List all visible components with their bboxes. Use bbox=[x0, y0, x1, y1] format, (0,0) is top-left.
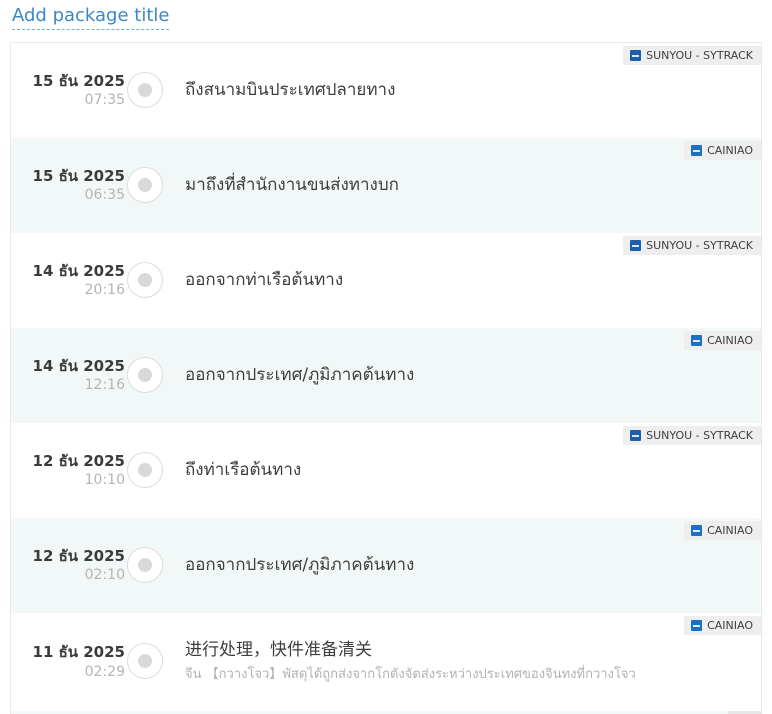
carrier-badge: CAINIAO bbox=[684, 616, 761, 635]
event-time: 07:35 bbox=[84, 92, 125, 109]
timeline-marker-icon bbox=[127, 71, 163, 108]
sunyou-logo-icon bbox=[630, 430, 642, 441]
timeline-marker-icon bbox=[127, 451, 163, 488]
carrier-badge: CAINIAO bbox=[684, 521, 761, 540]
event-time: 20:16 bbox=[84, 282, 125, 299]
event-content: 进行处理，快件准备清关 จีน 【กวางโจว】พัสดุได้ถูกส่งจ… bbox=[185, 613, 751, 711]
event-time: 02:10 bbox=[84, 567, 125, 584]
carrier-name: SUNYOU - SYTRACK bbox=[646, 429, 753, 442]
event-datetime: 14 ธัน 2025 20:16 bbox=[11, 233, 125, 328]
event-datetime: 14 ธัน 2025 12:16 bbox=[11, 328, 125, 423]
event-datetime: 15 ธัน 2025 06:35 bbox=[11, 138, 125, 233]
event-text: ออกจากประเทศ/ภูมิภาคต้นทาง bbox=[185, 365, 415, 386]
timeline-marker-icon bbox=[127, 261, 163, 298]
event-text: ออกจากประเทศ/ภูมิภาคต้นทาง bbox=[185, 555, 415, 576]
timeline-event-row: CAINIAO 15 ธัน 2025 06:35 มาถึงที่สำนักง… bbox=[11, 138, 761, 233]
cainiao-logo-icon bbox=[691, 620, 703, 631]
event-time: 06:35 bbox=[84, 187, 125, 204]
event-date: 11 ธัน 2025 bbox=[32, 643, 125, 662]
event-date: 12 ธัน 2025 bbox=[32, 451, 125, 470]
event-text: ถึงท่าเรือต้นทาง bbox=[185, 460, 302, 481]
timeline-dot-icon bbox=[138, 557, 152, 572]
timeline-dot-icon bbox=[138, 272, 152, 287]
carrier-badge: SUNYOU - SYTRACK bbox=[623, 46, 761, 65]
event-content: ออกจากประเทศ/ภูมิภาคต้นทาง bbox=[185, 328, 751, 423]
carrier-name: SUNYOU - SYTRACK bbox=[646, 239, 753, 252]
timeline-event-row: SUNYOU - SYTRACK 14 ธัน 2025 20:16 ออกจา… bbox=[11, 233, 761, 328]
event-time: 10:10 bbox=[84, 472, 125, 489]
sunyou-logo-icon bbox=[630, 50, 642, 61]
carrier-name: CAINIAO bbox=[707, 334, 753, 347]
event-content: มาถึงที่สำนักงานขนส่งทางบก bbox=[185, 138, 751, 233]
timeline-dot-icon bbox=[138, 654, 152, 668]
cainiao-logo-icon bbox=[691, 335, 703, 346]
event-text: 进行处理，快件准备清关 bbox=[185, 640, 372, 661]
event-time: 12:16 bbox=[84, 377, 125, 394]
timeline-marker-icon bbox=[127, 166, 163, 203]
carrier-name: CAINIAO bbox=[707, 619, 753, 632]
event-subtext: จีน 【กวางโจว】พัสดุได้ถูกส่งจากโกดังจัดส่… bbox=[185, 667, 636, 683]
timeline-marker-icon bbox=[127, 643, 163, 679]
timeline-event-row: SUNYOU - SYTRACK 12 ธัน 2025 10:10 ถึงท่… bbox=[11, 423, 761, 518]
event-date: 14 ธัน 2025 bbox=[32, 261, 125, 280]
timeline-event-row: CAINIAO 11 ธัน 2025 02:29 进行处理，快件准备清关 จี… bbox=[11, 613, 761, 711]
timeline-dot-icon bbox=[138, 462, 152, 477]
tracking-timeline-card: SUNYOU - SYTRACK 15 ธัน 2025 07:35 ถึงสน… bbox=[10, 42, 762, 714]
event-date: 15 ธัน 2025 bbox=[32, 71, 125, 90]
event-datetime: 12 ธัน 2025 02:10 bbox=[11, 518, 125, 613]
event-datetime: 11 ธัน 2025 02:29 bbox=[11, 613, 125, 711]
sunyou-logo-icon bbox=[630, 240, 642, 251]
event-date: 15 ธัน 2025 bbox=[32, 166, 125, 185]
timeline-marker-icon bbox=[127, 356, 163, 393]
event-datetime: 12 ธัน 2025 10:10 bbox=[11, 423, 125, 518]
carrier-badge: SUNYOU - SYTRACK bbox=[623, 236, 761, 255]
carrier-name: CAINIAO bbox=[707, 524, 753, 537]
timeline-event-row: CAINIAO 14 ธัน 2025 12:16 ออกจากประเทศ/ภ… bbox=[11, 328, 761, 423]
carrier-badge: CAINIAO bbox=[684, 331, 761, 350]
event-datetime: 15 ธัน 2025 07:35 bbox=[11, 43, 125, 138]
carrier-name: CAINIAO bbox=[707, 144, 753, 157]
timeline-dot-icon bbox=[138, 367, 152, 382]
timeline-dot-icon bbox=[138, 82, 152, 97]
carrier-badge: CAINIAO bbox=[684, 141, 761, 160]
add-package-title-link[interactable]: Add package title bbox=[12, 5, 170, 30]
timeline-event-row: SUNYOU - SYTRACK 15 ธัน 2025 07:35 ถึงสน… bbox=[11, 43, 761, 138]
timeline-event-row: CAINIAO 12 ธัน 2025 02:10 ออกจากประเทศ/ภ… bbox=[11, 518, 761, 613]
event-date: 12 ธัน 2025 bbox=[32, 546, 125, 565]
event-text: ออกจากท่าเรือต้นทาง bbox=[185, 270, 344, 291]
event-text: ถึงสนามบินประเทศปลายทาง bbox=[185, 80, 396, 101]
carrier-badge: SUNYOU - SYTRACK bbox=[623, 426, 761, 445]
carrier-name: SUNYOU - SYTRACK bbox=[646, 49, 753, 62]
cainiao-logo-icon bbox=[691, 525, 703, 536]
timeline-dot-icon bbox=[138, 177, 152, 192]
event-content: ออกจากประเทศ/ภูมิภาคต้นทาง bbox=[185, 518, 751, 613]
event-date: 14 ธัน 2025 bbox=[32, 356, 125, 375]
event-text: มาถึงที่สำนักงานขนส่งทางบก bbox=[185, 175, 399, 196]
event-time: 02:29 bbox=[84, 663, 125, 680]
cainiao-logo-icon bbox=[691, 145, 703, 156]
timeline-marker-icon bbox=[127, 546, 163, 583]
